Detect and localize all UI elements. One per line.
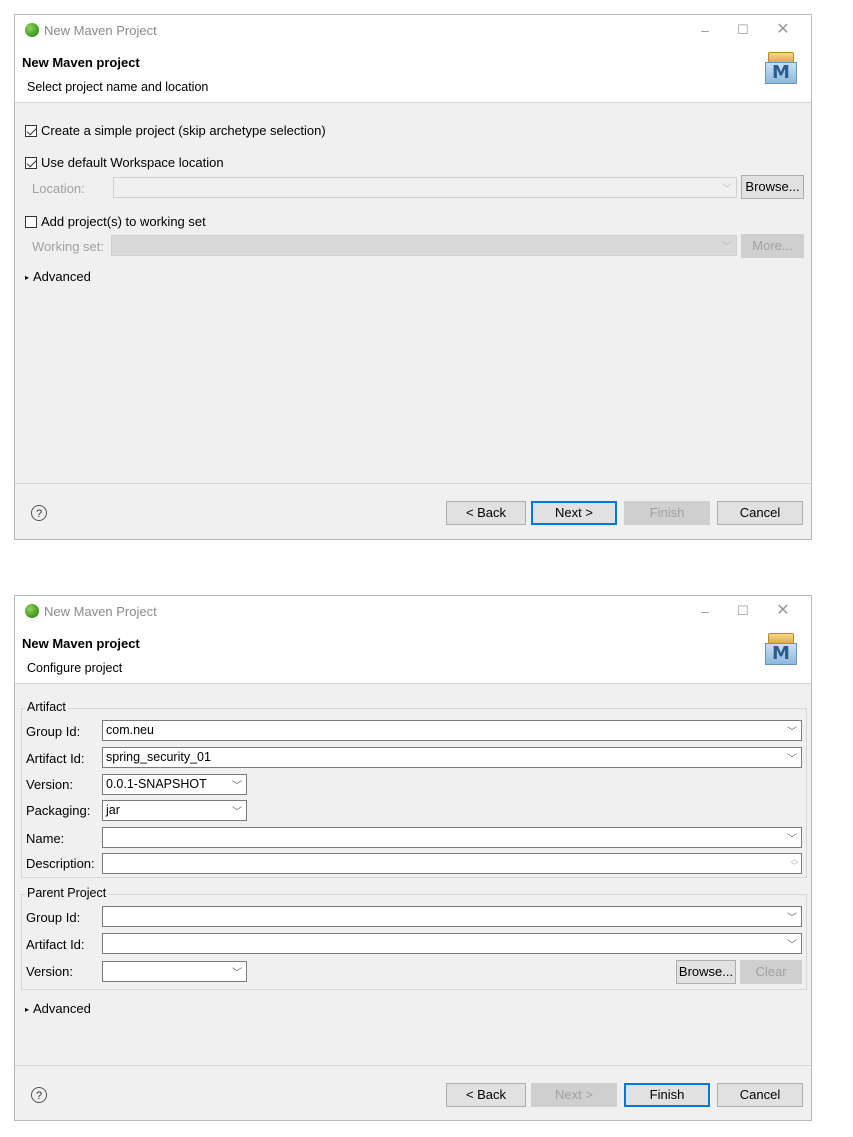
- description-label: Description:: [26, 856, 95, 871]
- working-set-label: Working set:: [32, 239, 105, 254]
- chevron-down-icon: ﹀: [722, 184, 732, 195]
- parent-version-select[interactable]: ﹀: [102, 961, 247, 982]
- expand-triangle-icon: ▸: [25, 273, 30, 282]
- maven-icon: M: [763, 52, 799, 86]
- minimize-button[interactable]: –: [687, 600, 723, 622]
- simple-project-checkbox[interactable]: [25, 125, 37, 137]
- cancel-button[interactable]: Cancel: [717, 501, 803, 525]
- help-icon[interactable]: ?: [31, 505, 47, 521]
- close-button[interactable]: ✕: [765, 19, 801, 41]
- chevron-down-icon: ﹀: [787, 834, 797, 845]
- back-button[interactable]: < Back: [446, 1083, 526, 1107]
- artifact-id-field[interactable]: spring_security_01 ﹀: [102, 747, 802, 768]
- clear-button[interactable]: Clear: [740, 960, 802, 984]
- help-icon[interactable]: ?: [31, 1087, 47, 1103]
- location-combo[interactable]: ﹀: [113, 177, 737, 198]
- finish-button[interactable]: Finish: [624, 1083, 710, 1107]
- wizard-title: New Maven project: [22, 55, 140, 70]
- footer-separator: [15, 483, 811, 484]
- chevron-down-icon: ﹀: [722, 242, 732, 253]
- spring-app-icon: [25, 23, 39, 37]
- location-browse-button[interactable]: Browse...: [741, 175, 804, 199]
- finish-button[interactable]: Finish: [624, 501, 710, 525]
- simple-project-label[interactable]: Create a simple project (skip archetype …: [41, 123, 326, 138]
- packaging-label: Packaging:: [26, 803, 91, 818]
- working-set-combo[interactable]: ﹀: [111, 235, 737, 256]
- window-title: New Maven Project: [44, 23, 157, 38]
- parent-version-label: Version:: [26, 964, 73, 979]
- maximize-button[interactable]: ☐: [725, 19, 761, 41]
- chevron-down-icon: ﹀: [232, 807, 242, 818]
- next-button[interactable]: Next >: [531, 1083, 617, 1107]
- working-set-checkbox[interactable]: [25, 216, 37, 228]
- advanced-label: Advanced: [33, 1001, 91, 1016]
- spring-app-icon: [25, 604, 39, 618]
- description-field[interactable]: ︿ ﹀: [102, 853, 802, 874]
- advanced-section[interactable]: ▸ Advanced: [25, 1001, 91, 1016]
- working-set-checkbox-label[interactable]: Add project(s) to working set: [41, 214, 206, 229]
- chevron-down-icon: ﹀: [787, 727, 797, 738]
- title-bar: New Maven Project – ☐ ✕: [15, 15, 811, 46]
- parent-group-id-label: Group Id:: [26, 910, 81, 925]
- name-field[interactable]: ﹀: [102, 827, 802, 848]
- default-workspace-checkbox[interactable]: [25, 157, 37, 169]
- parent-group-id-field[interactable]: ﹀: [102, 906, 802, 927]
- maximize-button[interactable]: ☐: [725, 600, 761, 622]
- chevron-down-icon: ﹀: [787, 754, 797, 765]
- close-button[interactable]: ✕: [765, 600, 801, 622]
- group-id-field[interactable]: com.neu ﹀: [102, 720, 802, 741]
- advanced-label: Advanced: [33, 269, 91, 284]
- expand-triangle-icon: ▸: [25, 1005, 30, 1014]
- footer-separator: [15, 1065, 811, 1066]
- version-select[interactable]: 0.0.1-SNAPSHOT ﹀: [102, 774, 247, 795]
- next-button[interactable]: Next >: [531, 501, 617, 525]
- packaging-select[interactable]: jar ﹀: [102, 800, 247, 821]
- chevron-down-icon: ﹀: [232, 968, 242, 979]
- wizard-subtitle: Select project name and location: [27, 80, 209, 94]
- new-maven-project-dialog-1: New Maven Project – ☐ ✕ New Maven projec…: [14, 14, 812, 540]
- chevron-down-icon: ﹀: [232, 781, 242, 792]
- group-id-label: Group Id:: [26, 724, 81, 739]
- minimize-button[interactable]: –: [687, 19, 723, 41]
- artifact-id-label: Artifact Id:: [26, 751, 85, 766]
- back-button[interactable]: < Back: [446, 501, 526, 525]
- location-label: Location:: [32, 181, 85, 196]
- default-workspace-label[interactable]: Use default Workspace location: [41, 155, 224, 170]
- new-maven-project-dialog-2: New Maven Project – ☐ ✕ New Maven projec…: [14, 595, 812, 1121]
- chevron-down-icon: ﹀: [787, 940, 797, 951]
- advanced-section[interactable]: ▸ Advanced: [25, 269, 91, 284]
- parent-artifact-id-label: Artifact Id:: [26, 937, 85, 952]
- maven-icon: M: [763, 633, 799, 667]
- chevron-down-icon: ﹀: [787, 913, 797, 924]
- wizard-subtitle: Configure project: [27, 661, 123, 675]
- scroll-arrows-icon: ︿ ﹀: [791, 856, 798, 870]
- parent-artifact-id-field[interactable]: ﹀: [102, 933, 802, 954]
- wizard-header: New Maven project Configure project M: [15, 627, 811, 684]
- parent-project-title: Parent Project: [25, 886, 109, 900]
- more-button[interactable]: More...: [741, 234, 804, 258]
- wizard-title: New Maven project: [22, 636, 140, 651]
- window-title: New Maven Project: [44, 604, 157, 619]
- version-label: Version:: [26, 777, 73, 792]
- wizard-header: New Maven project Select project name an…: [15, 46, 811, 103]
- artifact-group-title: Artifact: [25, 700, 68, 714]
- cancel-button[interactable]: Cancel: [717, 1083, 803, 1107]
- name-label: Name:: [26, 831, 65, 846]
- parent-browse-button[interactable]: Browse...: [676, 960, 736, 984]
- title-bar: New Maven Project – ☐ ✕: [15, 596, 811, 627]
